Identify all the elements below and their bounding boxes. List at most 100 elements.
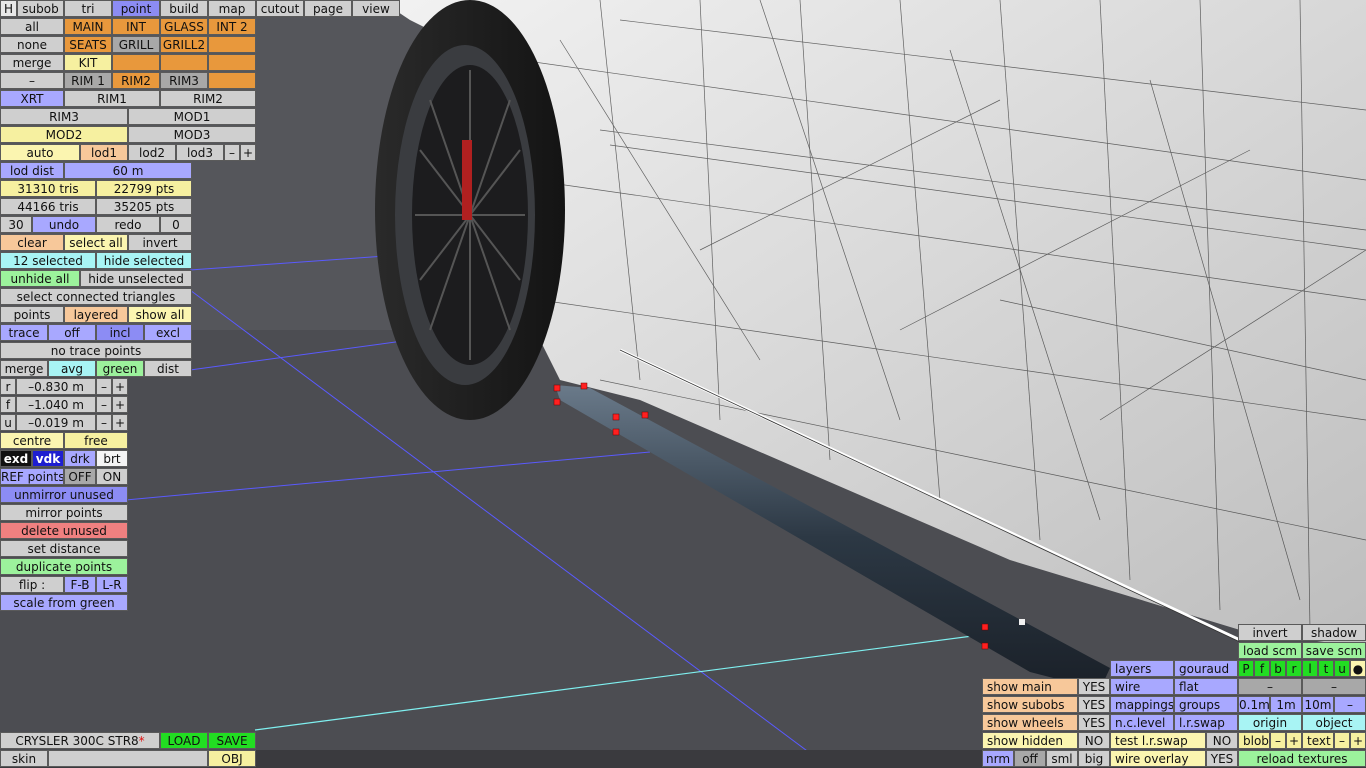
- parts-none-button[interactable]: none: [0, 36, 64, 53]
- parts-all-button[interactable]: all: [0, 18, 64, 35]
- select-all-button[interactable]: select all: [64, 234, 128, 251]
- show-hidden-toggle[interactable]: NO: [1078, 732, 1110, 749]
- tab-build[interactable]: build: [160, 0, 208, 17]
- view-toggle-t[interactable]: t: [1318, 660, 1334, 677]
- redo-button[interactable]: redo: [96, 216, 160, 233]
- load-scm-button[interactable]: load scm: [1238, 642, 1302, 659]
- tab-cutout[interactable]: cutout: [256, 0, 304, 17]
- step-1m[interactable]: 1m: [1270, 696, 1302, 713]
- lod3-button[interactable]: lod3: [176, 144, 224, 161]
- show-subobs-toggle[interactable]: YES: [1078, 696, 1110, 713]
- coord-u-minus[interactable]: –: [96, 414, 112, 431]
- load-model-button[interactable]: LOAD: [160, 732, 208, 749]
- layered-button[interactable]: layered: [64, 306, 128, 323]
- part-int[interactable]: INT: [112, 18, 160, 35]
- view-toggle-l[interactable]: l: [1302, 660, 1318, 677]
- part-rim1-wide[interactable]: RIM1: [64, 90, 160, 107]
- part-empty-3[interactable]: [160, 54, 208, 71]
- scale-from-green-button[interactable]: scale from green: [0, 594, 128, 611]
- part-empty-1[interactable]: [208, 36, 256, 53]
- coord-r-minus[interactable]: –: [96, 378, 112, 395]
- save-scm-button[interactable]: save scm: [1302, 642, 1366, 659]
- exd-button[interactable]: exd: [0, 450, 32, 467]
- size-big-button[interactable]: big: [1078, 750, 1110, 767]
- part-xrt[interactable]: XRT: [0, 90, 64, 107]
- save-model-button[interactable]: SAVE: [208, 732, 256, 749]
- test-lr-swap-toggle[interactable]: NO: [1206, 732, 1238, 749]
- view-toggle-p[interactable]: P: [1238, 660, 1254, 677]
- invert-button[interactable]: invert: [1238, 624, 1302, 641]
- part-empty-2[interactable]: [112, 54, 160, 71]
- part-rim2-wide[interactable]: RIM2: [160, 90, 256, 107]
- mappings-button[interactable]: mappings: [1110, 696, 1174, 713]
- tab-tri[interactable]: tri: [64, 0, 112, 17]
- layers-button[interactable]: layers: [1110, 660, 1174, 677]
- clear-selection-button[interactable]: clear: [0, 234, 64, 251]
- flat-button[interactable]: flat: [1174, 678, 1238, 695]
- centre-button[interactable]: centre: [0, 432, 64, 449]
- part-empty-4[interactable]: [208, 54, 256, 71]
- tab-h[interactable]: H: [0, 0, 17, 17]
- size-sml-button[interactable]: sml: [1046, 750, 1078, 767]
- part-mod2[interactable]: MOD2: [0, 126, 128, 143]
- tab-view[interactable]: view: [352, 0, 400, 17]
- show-main-toggle[interactable]: YES: [1078, 678, 1110, 695]
- part-rim3-wide[interactable]: RIM3: [0, 108, 128, 125]
- lod-auto-button[interactable]: auto: [0, 144, 80, 161]
- hide-unselected-button[interactable]: hide unselected: [80, 270, 192, 287]
- coord-f-value[interactable]: –1.040 m: [16, 396, 96, 413]
- lr-swap-button[interactable]: l.r.swap: [1174, 714, 1238, 731]
- parts-dash-button[interactable]: –: [0, 72, 64, 89]
- part-kit[interactable]: KIT: [64, 54, 112, 71]
- show-all-button[interactable]: show all: [128, 306, 192, 323]
- size-off-button[interactable]: off: [1014, 750, 1046, 767]
- brt-button[interactable]: brt: [96, 450, 128, 467]
- select-connected-button[interactable]: select connected triangles: [0, 288, 192, 305]
- step-10m[interactable]: 10m: [1302, 696, 1334, 713]
- unmirror-unused-button[interactable]: unmirror unused: [0, 486, 128, 503]
- dash-right[interactable]: –: [1302, 678, 1366, 695]
- vdk-button[interactable]: vdk: [32, 450, 64, 467]
- step-01m[interactable]: 0.1m: [1238, 696, 1270, 713]
- part-grill[interactable]: GRILL: [112, 36, 160, 53]
- delete-unused-button[interactable]: delete unused: [0, 522, 128, 539]
- text-plus[interactable]: +: [1350, 732, 1366, 749]
- text-minus[interactable]: –: [1334, 732, 1350, 749]
- coord-f-plus[interactable]: +: [112, 396, 128, 413]
- set-distance-button[interactable]: set distance: [0, 540, 128, 557]
- part-rim2[interactable]: RIM2: [112, 72, 160, 89]
- lod2-button[interactable]: lod2: [128, 144, 176, 161]
- no-trace-points-button[interactable]: no trace points: [0, 342, 192, 359]
- hide-selected-button[interactable]: hide selected: [96, 252, 192, 269]
- unhide-all-button[interactable]: unhide all: [0, 270, 80, 287]
- part-mod3[interactable]: MOD3: [128, 126, 256, 143]
- view-toggle-b[interactable]: b: [1270, 660, 1286, 677]
- trace-excl-button[interactable]: excl: [144, 324, 192, 341]
- duplicate-points-button[interactable]: duplicate points: [0, 558, 128, 575]
- part-glass[interactable]: GLASS: [160, 18, 208, 35]
- coord-f-minus[interactable]: –: [96, 396, 112, 413]
- view-toggle-u[interactable]: u: [1334, 660, 1350, 677]
- reload-textures-button[interactable]: reload textures: [1238, 750, 1366, 767]
- object-button[interactable]: object: [1302, 714, 1366, 731]
- part-rim3[interactable]: RIM3: [160, 72, 208, 89]
- nc-level-button[interactable]: n.c.level: [1110, 714, 1174, 731]
- part-int2[interactable]: INT 2: [208, 18, 256, 35]
- flip-lr-button[interactable]: L-R: [96, 576, 128, 593]
- free-button[interactable]: free: [64, 432, 128, 449]
- trace-off-button[interactable]: off: [48, 324, 96, 341]
- coord-r-value[interactable]: –0.830 m: [16, 378, 96, 395]
- tab-map[interactable]: map: [208, 0, 256, 17]
- wire-button[interactable]: wire: [1110, 678, 1174, 695]
- obj-button[interactable]: OBJ: [208, 750, 256, 767]
- coord-u-value[interactable]: –0.019 m: [16, 414, 96, 431]
- part-empty-5[interactable]: [208, 72, 256, 89]
- lod-minus-button[interactable]: –: [224, 144, 240, 161]
- coord-r-plus[interactable]: +: [112, 378, 128, 395]
- part-rim1[interactable]: RIM 1: [64, 72, 112, 89]
- mirror-points-button[interactable]: mirror points: [0, 504, 128, 521]
- tab-subob[interactable]: subob: [17, 0, 64, 17]
- ref-off-button[interactable]: OFF: [64, 468, 96, 485]
- part-mod1[interactable]: MOD1: [128, 108, 256, 125]
- flip-fb-button[interactable]: F-B: [64, 576, 96, 593]
